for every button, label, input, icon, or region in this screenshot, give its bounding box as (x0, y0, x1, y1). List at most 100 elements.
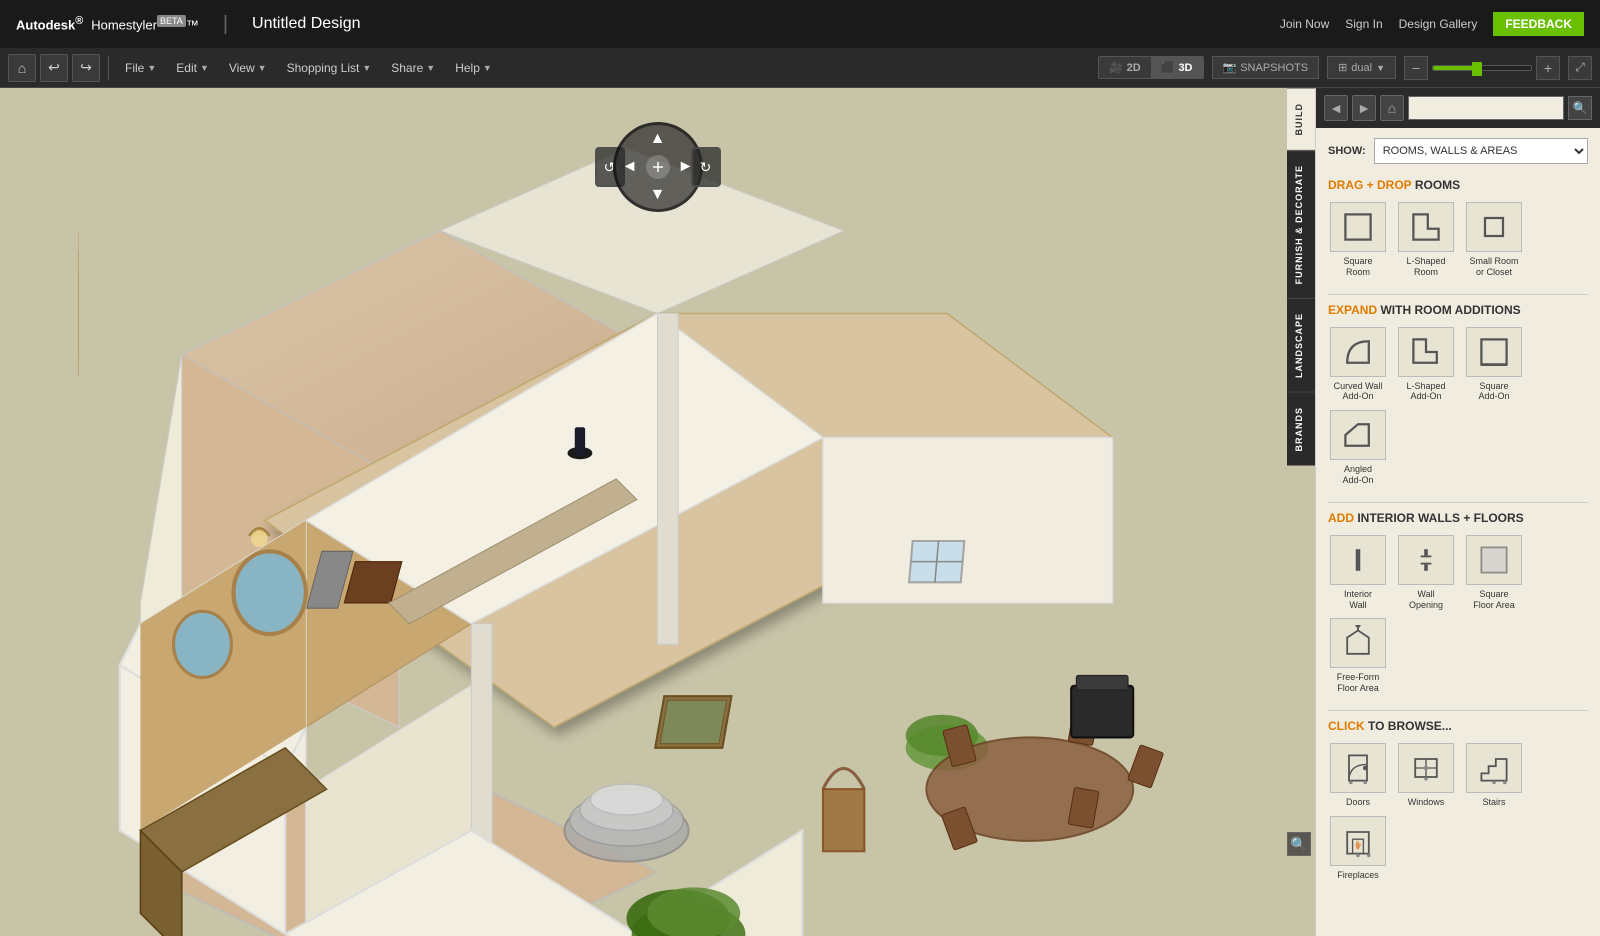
angled-addon-item[interactable]: AngledAdd-On (1328, 410, 1388, 486)
square-room-icon-box[interactable] (1330, 202, 1386, 252)
zoom-slider-thumb[interactable] (1472, 62, 1482, 76)
nav-up-arrow[interactable]: ▲ (648, 129, 668, 149)
file-menu-button[interactable]: File ▼ (117, 57, 164, 79)
design-gallery-link[interactable]: Design Gallery (1399, 17, 1478, 31)
undo-button[interactable]: ↩ (40, 54, 68, 82)
main-area: ↺ ▲ ▼ ◄ ► ↻ 🔍 BUILD FURNISH & DECORATE L… (0, 88, 1600, 936)
drag-rooms-normal: ROOMS (1415, 178, 1460, 192)
lshaped-addon-icon-box[interactable] (1398, 327, 1454, 377)
square-addon-item[interactable]: SquareAdd-On (1464, 327, 1524, 403)
curved-wall-item[interactable]: Curved WallAdd-On (1328, 327, 1388, 403)
doors-label: Doors (1346, 797, 1370, 808)
zoom-in-button[interactable]: + (1536, 56, 1560, 80)
interior-wall-icon-box[interactable] (1330, 535, 1386, 585)
windows-label: Windows (1408, 797, 1445, 808)
doors-icon (1340, 750, 1376, 786)
angled-addon-shape (1340, 417, 1376, 453)
fireplaces-item[interactable]: Fireplaces (1328, 816, 1388, 881)
small-room-icon-box[interactable] (1466, 202, 1522, 252)
edit-menu-arrow: ▼ (200, 63, 209, 73)
edit-menu-button[interactable]: Edit ▼ (168, 57, 217, 79)
nav-left-arrow[interactable]: ◄ (620, 157, 640, 177)
panel-search-input[interactable] (1408, 96, 1564, 120)
home-icon-button[interactable]: ⌂ (8, 54, 36, 82)
redo-button[interactable]: ↪ (72, 54, 100, 82)
show-label: SHOW: (1328, 145, 1366, 157)
view-menu-button[interactable]: View ▼ (221, 57, 275, 79)
nav-down-arrow[interactable]: ▼ (648, 185, 668, 205)
dual-button[interactable]: ⊞ dual ▼ (1327, 56, 1396, 79)
square-addon-shape (1476, 334, 1512, 370)
zoom-slider-track[interactable] (1432, 65, 1532, 71)
freeform-floor-icon-box[interactable] (1330, 618, 1386, 668)
interior-highlight: ADD (1328, 511, 1354, 525)
square-room-label: SquareRoom (1343, 256, 1372, 278)
nav-center-button[interactable] (646, 155, 670, 179)
snapshots-button[interactable]: 📷 SNAPSHOTS (1212, 56, 1320, 79)
rotate-right-button[interactable]: ↻ (691, 147, 721, 187)
stairs-icon-box[interactable] (1466, 743, 1522, 793)
square-floor-icon-box[interactable] (1466, 535, 1522, 585)
wall-opening-icon-box[interactable] (1398, 535, 1454, 585)
join-now-link[interactable]: Join Now (1280, 17, 1329, 31)
camera-icon: 📷 (1223, 61, 1237, 74)
angled-addon-icon-box[interactable] (1330, 410, 1386, 460)
windows-icon (1408, 750, 1444, 786)
stairs-item[interactable]: Stairs (1464, 743, 1524, 808)
lshaped-addon-item[interactable]: L-ShapedAdd-On (1396, 327, 1456, 403)
build-tab-button[interactable]: BUILD (1287, 88, 1315, 150)
doors-icon-box[interactable] (1330, 743, 1386, 793)
doors-item[interactable]: Doors (1328, 743, 1388, 808)
view-toggle: 🎥 2D ⬛ 3D (1098, 56, 1204, 79)
top-bar-right: Join Now Sign In Design Gallery FEEDBACK (1280, 12, 1584, 36)
feedback-button[interactable]: FEEDBACK (1493, 12, 1584, 36)
expand-highlight: EXPAND (1328, 303, 1377, 317)
browse-normal: TO BROWSE... (1368, 719, 1452, 733)
lshaped-room-item[interactable]: L-ShapedRoom (1396, 202, 1456, 278)
design-title: Untitled Design (252, 15, 361, 33)
panel-home-button[interactable]: ⌂ (1380, 95, 1404, 121)
zoom-out-button[interactable]: − (1404, 56, 1428, 80)
section-divider-2 (1328, 502, 1588, 503)
curved-wall-icon-box[interactable] (1330, 327, 1386, 377)
panel-search-area: 🔍 (1408, 96, 1592, 120)
square-floor-item[interactable]: SquareFloor Area (1464, 535, 1524, 611)
browse-highlight: CLICK (1328, 719, 1365, 733)
panel-forward-button[interactable]: ► (1352, 95, 1376, 121)
furnish-tab-button[interactable]: FURNISH & DECORATE (1287, 150, 1315, 298)
file-menu-arrow: ▼ (147, 63, 156, 73)
canvas-magnify-button[interactable]: 🔍 (1287, 832, 1311, 856)
dual-monitor-icon: ⊞ (1338, 61, 1347, 74)
canvas-area[interactable]: ↺ ▲ ▼ ◄ ► ↻ 🔍 (0, 88, 1315, 936)
small-room-item[interactable]: Small Roomor Closet (1464, 202, 1524, 278)
dual-label: dual (1351, 62, 1372, 74)
navigation-control[interactable]: ↺ ▲ ▼ ◄ ► ↻ (603, 112, 713, 222)
show-dropdown[interactable]: ROOMS, WALLS & AREAS (1374, 138, 1588, 164)
shopping-list-menu-button[interactable]: Shopping List ▼ (279, 57, 380, 79)
fullscreen-button[interactable]: ⤢ (1568, 56, 1592, 80)
landscape-tab-button[interactable]: LANDSCAPE (1287, 298, 1315, 392)
sign-in-link[interactable]: Sign In (1345, 17, 1382, 31)
square-room-item[interactable]: SquareRoom (1328, 202, 1388, 278)
windows-item[interactable]: Windows (1396, 743, 1456, 808)
brands-tab-button[interactable]: BRANDS (1287, 392, 1315, 466)
square-addon-icon-box[interactable] (1466, 327, 1522, 377)
logo-area: Autodesk® HomestylerBETA™ (16, 15, 199, 32)
windows-icon-box[interactable] (1398, 743, 1454, 793)
help-menu-button[interactable]: Help ▼ (447, 57, 500, 79)
interior-wall-item[interactable]: InteriorWall (1328, 535, 1388, 611)
title-divider: | (223, 13, 228, 36)
share-menu-button[interactable]: Share ▼ (383, 57, 443, 79)
toolbar-right: 🎥 2D ⬛ 3D 📷 SNAPSHOTS ⊞ dual ▼ − + (1098, 56, 1592, 80)
freeform-floor-item[interactable]: Free-FormFloor Area (1328, 618, 1388, 694)
drag-rooms-highlight: DRAG + DROP (1328, 178, 1411, 192)
wall-opening-item[interactable]: WallOpening (1396, 535, 1456, 611)
view-3d-button[interactable]: ⬛ 3D (1151, 57, 1203, 78)
panel-search-button[interactable]: 🔍 (1568, 96, 1592, 120)
fireplaces-icon-box[interactable] (1330, 816, 1386, 866)
floor-plan-canvas[interactable] (0, 148, 1315, 936)
panel-back-button[interactable]: ◄ (1324, 95, 1348, 121)
wall-opening-label: WallOpening (1409, 589, 1443, 611)
lshaped-room-icon-box[interactable] (1398, 202, 1454, 252)
view-2d-button[interactable]: 🎥 2D (1099, 57, 1151, 78)
